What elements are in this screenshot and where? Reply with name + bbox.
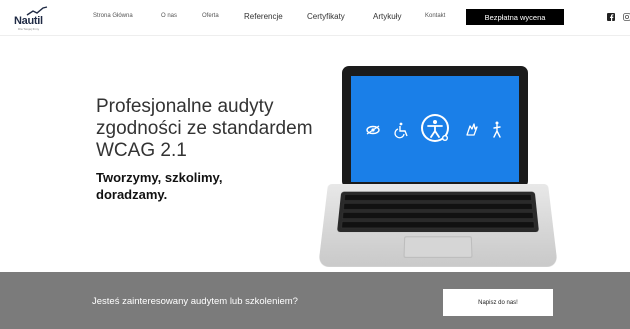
wheelchair-icon: [394, 122, 408, 139]
laptop-screen: [351, 76, 519, 182]
nav-referencje[interactable]: Referencje: [244, 12, 283, 21]
nav-artykuly[interactable]: Artykuły: [373, 12, 401, 21]
hero-title: Profesjonalne audyty zgodności ze standa…: [96, 96, 313, 161]
sign-language-icon: [466, 123, 478, 136]
laptop-base: [318, 184, 558, 267]
contact-us-button[interactable]: Napisz do nas!: [443, 289, 553, 316]
free-quote-button[interactable]: Bezpłatna wycena: [466, 9, 564, 25]
laptop-trackpad: [403, 236, 473, 258]
laptop-illustration: [318, 66, 558, 267]
hero-subtitle: Tworzymy, szkolimy, doradzamy.: [96, 170, 223, 202]
nav-o-nas[interactable]: O nas: [161, 13, 177, 19]
logo-text: Nautil: [14, 15, 43, 27]
nav-oferta[interactable]: Oferta: [202, 13, 219, 19]
walking-person-icon: [493, 121, 501, 138]
instagram-icon[interactable]: [623, 13, 630, 23]
contact-banner: Jesteś zainteresowany audytem lub szkole…: [0, 272, 630, 329]
nav-strona-glowna[interactable]: Strona Główna: [93, 13, 133, 19]
site-header: Nautil Dla Twojej firmy Strona Główna O …: [0, 0, 630, 36]
nav-certyfikaty[interactable]: Certyfikaty: [307, 12, 345, 21]
low-vision-icon: [366, 125, 380, 135]
logo[interactable]: Nautil Dla Twojej firmy: [14, 6, 52, 32]
banner-text: Jesteś zainteresowany audytem lub szkole…: [92, 296, 298, 307]
laptop-lid: [342, 66, 528, 188]
facebook-icon[interactable]: [607, 13, 615, 23]
nav-kontakt[interactable]: Kontakt: [425, 13, 445, 19]
accessibility-icon: [421, 114, 449, 142]
laptop-keyboard: [337, 191, 539, 233]
accessibility-icons: [366, 114, 501, 142]
logo-tagline: Dla Twojej firmy: [18, 27, 40, 31]
